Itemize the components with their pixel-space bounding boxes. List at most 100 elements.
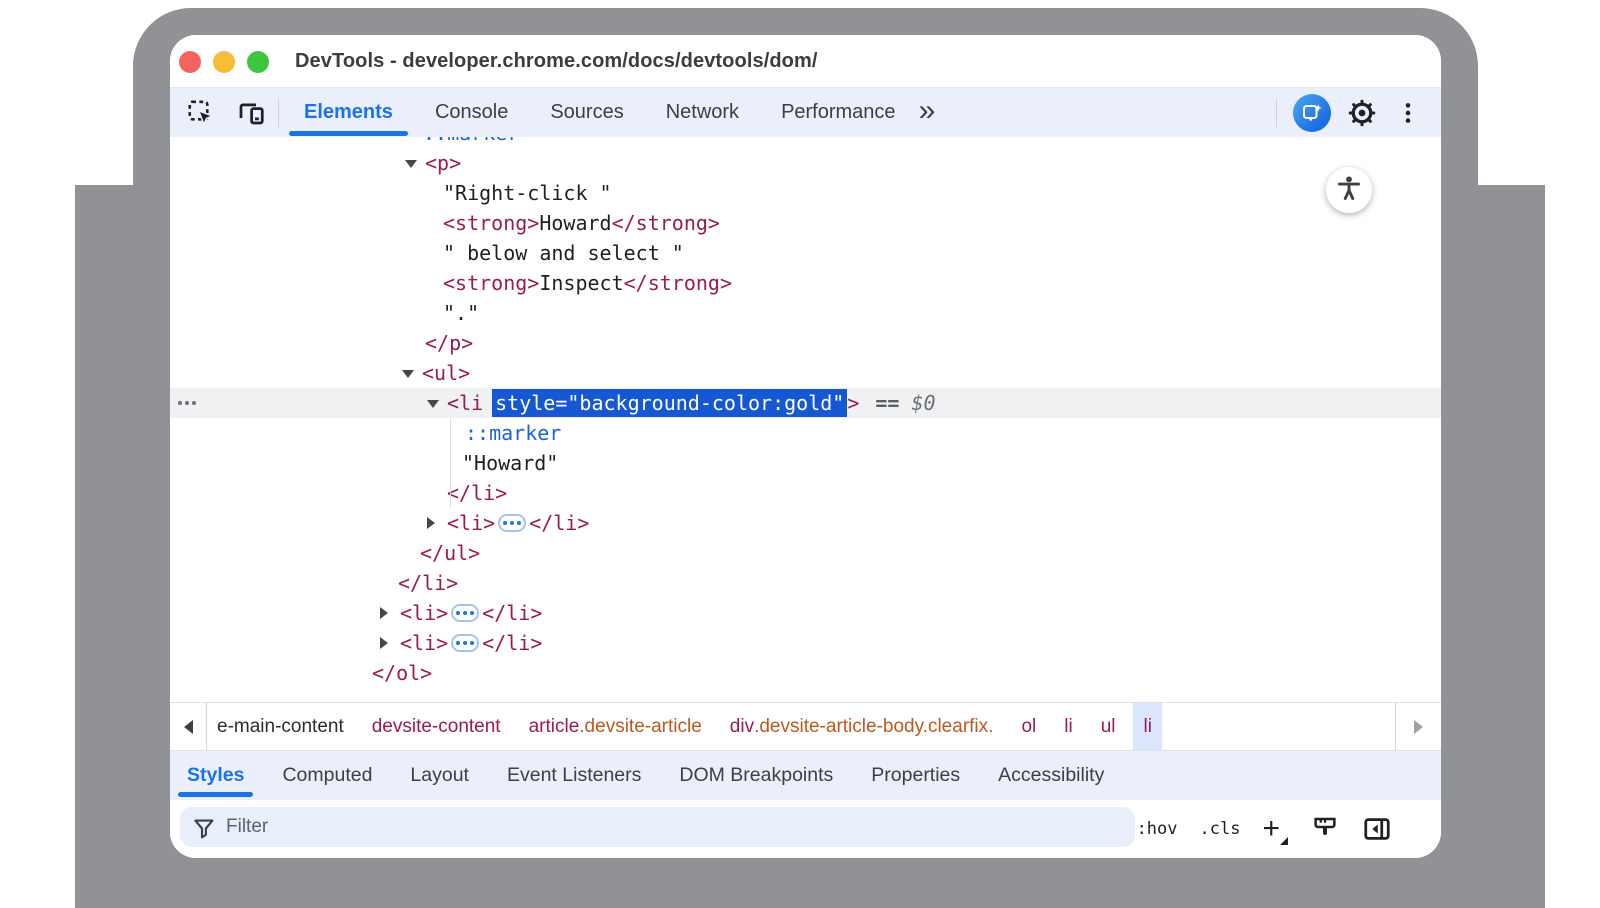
- expander-open-icon[interactable]: [402, 370, 414, 378]
- breadcrumb-item-ul[interactable]: ul: [1091, 703, 1126, 750]
- tab-elements[interactable]: Elements: [283, 88, 414, 137]
- equals-sign: ==: [875, 391, 899, 415]
- breadcrumb-tag: ol: [1021, 716, 1036, 738]
- dom-tree-row[interactable]: " below and select ": [170, 238, 1441, 268]
- dom-tag: </p>: [425, 331, 473, 355]
- styles-pane-controls: :hov .cls +: [1137, 800, 1392, 858]
- chevron-right-icon: [1414, 720, 1423, 734]
- dom-tree-row[interactable]: <li></li>: [170, 628, 1441, 658]
- tab-sources[interactable]: Sources: [529, 88, 644, 137]
- dom-tree-row[interactable]: <strong>Inspect</strong>: [170, 268, 1441, 298]
- more-options-kebab-icon[interactable]: [1393, 98, 1423, 128]
- row-overflow-dots-icon: [178, 401, 196, 405]
- dom-tag: <li>: [400, 601, 448, 625]
- tab-performance[interactable]: Performance: [760, 88, 917, 137]
- accessibility-overlay-button[interactable]: [1326, 167, 1372, 213]
- expander-collapsed-icon[interactable]: [380, 607, 388, 619]
- tab-event-listeners[interactable]: Event Listeners: [507, 751, 641, 800]
- tab-layout[interactable]: Layout: [410, 751, 469, 800]
- dom-tree-row[interactable]: "Howard": [170, 448, 1441, 478]
- dom-tag: </li>: [482, 601, 542, 625]
- ellipsis-expand-icon[interactable]: [451, 634, 479, 652]
- new-style-rule-button[interactable]: +: [1262, 814, 1288, 844]
- breadcrumb-tag: devsite-content: [372, 716, 501, 738]
- dom-tree-row[interactable]: <p>: [170, 148, 1441, 178]
- breadcrumb-tag: div: [730, 716, 754, 738]
- dom-tree-row[interactable]: <strong>Howard</strong>: [170, 208, 1441, 238]
- element-classes-button[interactable]: .cls: [1200, 819, 1241, 839]
- console-reference: $0: [911, 391, 935, 415]
- dom-text-node: Inspect: [539, 271, 623, 295]
- more-panels-icon[interactable]: »: [917, 96, 944, 130]
- dom-text-node: "Right-click ": [443, 181, 612, 205]
- ai-assistance-icon[interactable]: [1293, 94, 1331, 132]
- dom-tag: </li>: [398, 571, 458, 595]
- breadcrumb-item-e-main-content[interactable]: e-main-content: [207, 703, 354, 750]
- dom-pseudo-element: ::marker: [423, 137, 519, 145]
- dom-tree-row[interactable]: </ul>: [170, 538, 1441, 568]
- show-sidebar-panel-icon[interactable]: [1362, 814, 1392, 844]
- styles-filter-input[interactable]: [180, 807, 1135, 847]
- breadcrumb-item-devsite-content[interactable]: devsite-content: [362, 703, 511, 750]
- breadcrumb-item-article[interactable]: article.devsite-article: [519, 703, 712, 750]
- breadcrumb-item-div[interactable]: div.devsite-article-body.clearfix.: [720, 703, 1004, 750]
- ellipsis-expand-icon[interactable]: [498, 514, 526, 532]
- close-window-button[interactable]: [179, 51, 201, 73]
- dom-tree-row[interactable]: <li></li>: [170, 508, 1441, 538]
- dom-tag: </ul>: [420, 541, 480, 565]
- dom-tree-row[interactable]: </p>: [170, 328, 1441, 358]
- dom-tree-row[interactable]: <li> </li>: [170, 598, 1441, 628]
- tab-console[interactable]: Console: [414, 88, 529, 137]
- dom-tree-row[interactable]: </li>: [170, 478, 1441, 508]
- dom-tag: </strong>: [612, 211, 720, 235]
- breadcrumb-tag: li: [1143, 716, 1151, 738]
- expander-open-icon[interactable]: [405, 160, 417, 168]
- zoom-window-button[interactable]: [247, 51, 269, 73]
- breadcrumb-scroll-right-button[interactable]: [1395, 703, 1441, 750]
- breadcrumb-classes: .devsite-article: [579, 716, 702, 738]
- dom-pseudo-element: ::marker: [465, 421, 561, 445]
- dom-tag: <li>: [447, 511, 495, 535]
- tab-dom-breakpoints[interactable]: DOM Breakpoints: [679, 751, 833, 800]
- breadcrumb-item-li[interactable]: li: [1054, 703, 1082, 750]
- breadcrumb-tag: e-main-content: [217, 716, 344, 738]
- tab-accessibility[interactable]: Accessibility: [998, 751, 1104, 800]
- minimize-window-button[interactable]: [213, 51, 235, 73]
- title-bar: DevTools - developer.chrome.com/docs/dev…: [170, 35, 1441, 88]
- settings-gear-icon[interactable]: [1347, 98, 1377, 128]
- breadcrumb-item-li[interactable]: li: [1133, 703, 1161, 750]
- accessibility-person-icon: [1335, 174, 1363, 207]
- dom-tag: <ul>: [422, 361, 470, 385]
- dom-tree-row[interactable]: ::marker: [170, 137, 1441, 148]
- tab-styles[interactable]: Styles: [187, 751, 244, 800]
- dom-tree-row[interactable]: ::marker: [170, 418, 1441, 448]
- expander-collapsed-icon[interactable]: [427, 517, 435, 529]
- rendering-emulations-brush-icon[interactable]: [1310, 814, 1340, 844]
- dom-tree-row[interactable]: </li>: [170, 568, 1441, 598]
- dom-tree-row[interactable]: <listyle="background-color:gold">==$0: [170, 388, 1441, 418]
- breadcrumb: e-main-content devsite-content article.dev…: [207, 703, 1162, 750]
- selected-attribute[interactable]: style="background-color:gold": [492, 389, 847, 417]
- dom-tree-row[interactable]: <ul>: [170, 358, 1441, 388]
- tab-properties[interactable]: Properties: [871, 751, 960, 800]
- dom-text-node: Howard: [539, 211, 611, 235]
- dom-tree-row[interactable]: </ol>: [170, 658, 1441, 688]
- toggle-device-toolbar-icon[interactable]: [236, 98, 266, 128]
- tab-computed[interactable]: Computed: [282, 751, 372, 800]
- expander-collapsed-icon[interactable]: [380, 637, 388, 649]
- toolbar-right-controls: [1276, 88, 1423, 137]
- window-title: DevTools - developer.chrome.com/docs/dev…: [295, 35, 818, 88]
- dom-tree-row[interactable]: ".": [170, 298, 1441, 328]
- devtools-window: DevTools - developer.chrome.com/docs/dev…: [170, 35, 1441, 858]
- dom-tree: ::marker<p>"Right-click "<strong>Howard<…: [170, 137, 1441, 702]
- tab-network[interactable]: Network: [645, 88, 760, 137]
- inspect-element-icon[interactable]: [186, 98, 216, 128]
- expander-open-icon[interactable]: [427, 400, 439, 408]
- indent-guide: [450, 418, 451, 508]
- breadcrumb-tag: li: [1064, 716, 1072, 738]
- ellipsis-expand-icon[interactable]: [451, 604, 479, 622]
- breadcrumb-scroll-left-button[interactable]: [170, 703, 207, 750]
- toggle-element-state-button[interactable]: :hov: [1137, 819, 1178, 839]
- dom-tree-row[interactable]: "Right-click ": [170, 178, 1441, 208]
- breadcrumb-item-ol[interactable]: ol: [1011, 703, 1046, 750]
